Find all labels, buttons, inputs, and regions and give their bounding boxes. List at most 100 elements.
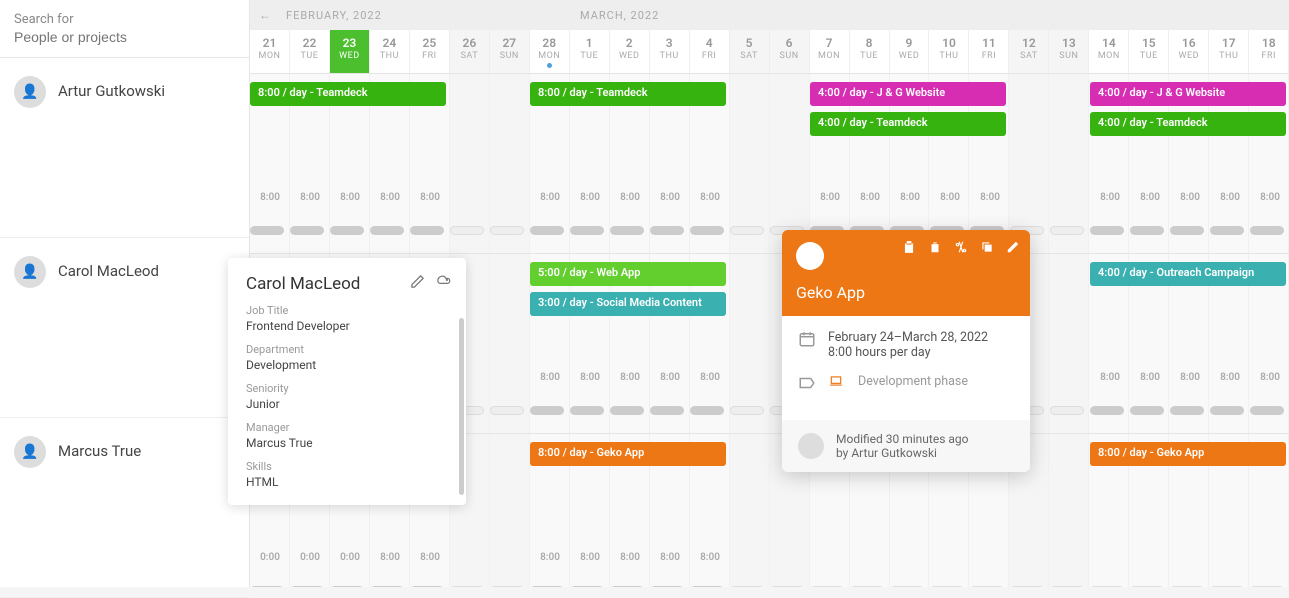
booking-bar[interactable]: 3:00 / day - Social Media Content xyxy=(530,292,726,316)
day-header-cell[interactable]: 17THU xyxy=(1209,30,1249,73)
cloud-icon[interactable] xyxy=(435,274,452,289)
day-header-cell[interactable]: 12SAT xyxy=(1009,30,1049,73)
day-header-row: 21MON22TUE23WED24THU25FRI26SAT27SUN28MON… xyxy=(250,30,1289,74)
capacity-pill xyxy=(570,406,604,415)
edit-icon[interactable] xyxy=(1006,240,1020,254)
capacity-pill xyxy=(410,226,444,235)
person-row[interactable]: 👤Artur Gutkowski xyxy=(0,58,249,238)
booking-hours: 8:00 hours per day xyxy=(828,345,988,360)
timeline-header: ← FEBRUARY, 2022 MARCH, 2022 21MON22TUE2… xyxy=(250,0,1289,74)
person-row[interactable]: 👤Marcus True xyxy=(0,418,249,598)
search-input[interactable] xyxy=(14,29,235,45)
day-header-cell[interactable]: 15TUE xyxy=(1129,30,1169,73)
capacity-pill xyxy=(1210,406,1244,415)
day-header-cell[interactable]: 5SAT xyxy=(730,30,770,73)
hour-cell: 8:00 xyxy=(1130,192,1170,208)
capacity-pill xyxy=(730,226,764,235)
prev-month-icon[interactable]: ← xyxy=(250,8,280,22)
capacity-pill xyxy=(650,406,684,415)
hour-cell: 8:00 xyxy=(890,192,930,208)
capacity-pill xyxy=(370,226,404,235)
day-header-cell[interactable]: 26SAT xyxy=(450,30,490,73)
booking-bar[interactable]: 4:00 / day - J & G Website xyxy=(1090,82,1286,106)
edit-icon[interactable] xyxy=(410,274,425,289)
day-header-cell[interactable]: 24THU xyxy=(370,30,410,73)
hour-cell xyxy=(1050,552,1090,568)
resource-lane: 8:00 / day - Teamdeck 8:00 / day - Teamde… xyxy=(250,74,1289,254)
person-field-value: Marcus True xyxy=(246,436,448,450)
capacity-pill xyxy=(530,226,564,235)
hour-cell xyxy=(810,552,850,568)
booking-bar[interactable]: 4:00 / day - Teamdeck xyxy=(1090,112,1286,136)
hours-row: 0:000:000:008:008:008:008:008:008:008:00 xyxy=(250,552,1289,568)
hour-cell: 8:00 xyxy=(1250,372,1289,388)
day-header-cell[interactable]: 3THU xyxy=(650,30,690,73)
copy-icon[interactable] xyxy=(980,240,994,254)
cut-icon[interactable] xyxy=(954,240,968,254)
avatar: 👤 xyxy=(14,256,46,288)
month-label-right: MARCH, 2022 xyxy=(580,9,659,22)
capacity-pill xyxy=(330,226,364,235)
tag-icon xyxy=(798,374,816,392)
booking-bar[interactable]: 4:00 / day - Teamdeck xyxy=(810,112,1006,136)
day-header-cell[interactable]: 21MON xyxy=(250,30,290,73)
day-header-cell[interactable]: 10THU xyxy=(929,30,969,73)
day-header-cell[interactable]: 4FRI xyxy=(690,30,730,73)
month-label-left: FEBRUARY, 2022 xyxy=(280,9,382,22)
hour-cell: 8:00 xyxy=(610,552,650,568)
day-header-cell[interactable]: 18FRI xyxy=(1249,30,1289,73)
hour-cell: 8:00 xyxy=(690,372,730,388)
person-field-value: Development xyxy=(246,358,448,372)
hour-cell xyxy=(770,192,810,208)
booking-bar[interactable]: 5:00 / day - Web App xyxy=(530,262,726,286)
hour-cell: 8:00 xyxy=(330,192,370,208)
capacity-pill xyxy=(1170,406,1204,415)
booking-bar[interactable]: 4:00 / day - Outreach Campaign xyxy=(1090,262,1286,286)
people-list: 👤Artur Gutkowski👤Carol MacLeod👤Marcus Tr… xyxy=(0,58,249,598)
avatar: 👤 xyxy=(14,436,46,468)
booking-bar[interactable]: 4:00 / day - J & G Website xyxy=(810,82,1006,106)
hour-cell xyxy=(1050,372,1090,388)
day-header-cell[interactable]: 13SUN xyxy=(1049,30,1089,73)
day-header-cell[interactable]: 25FRI xyxy=(410,30,450,73)
capacity-pill xyxy=(690,406,724,415)
booking-bar[interactable]: 8:00 / day - Geko App xyxy=(530,442,726,466)
day-header-cell[interactable]: 1TUE xyxy=(570,30,610,73)
day-header-cell[interactable]: 28MON xyxy=(530,30,570,73)
search-label: Search for xyxy=(14,12,235,27)
day-header-cell[interactable]: 14MON xyxy=(1089,30,1129,73)
capacity-pill xyxy=(530,406,564,415)
day-header-cell[interactable]: 8TUE xyxy=(850,30,890,73)
person-detail-popover: Carol MacLeod Job TitleFrontend Develope… xyxy=(228,258,466,505)
booking-bar[interactable]: 8:00 / day - Geko App xyxy=(1090,442,1286,466)
day-header-cell[interactable]: 7MON xyxy=(810,30,850,73)
booking-popover-avatar xyxy=(796,242,824,270)
capacity-pill xyxy=(1050,226,1084,235)
day-header-cell[interactable]: 2WED xyxy=(610,30,650,73)
month-row: ← FEBRUARY, 2022 MARCH, 2022 xyxy=(250,0,1289,30)
day-header-cell[interactable]: 9WED xyxy=(890,30,930,73)
paste-icon[interactable] xyxy=(902,240,916,254)
capacity-pill xyxy=(1250,406,1284,415)
day-header-cell[interactable]: 11FRI xyxy=(969,30,1009,73)
capacity-pill xyxy=(570,226,604,235)
booking-bar[interactable]: 8:00 / day - Teamdeck xyxy=(530,82,726,106)
hour-cell: 8:00 xyxy=(410,552,450,568)
delete-icon[interactable] xyxy=(928,240,942,254)
booking-bar[interactable]: 8:00 / day - Teamdeck xyxy=(250,82,446,106)
hour-cell: 8:00 xyxy=(370,552,410,568)
hour-cell xyxy=(450,192,490,208)
day-header-cell[interactable]: 16WED xyxy=(1169,30,1209,73)
popover-scrollbar[interactable] xyxy=(459,318,464,495)
day-header-cell[interactable]: 22TUE xyxy=(290,30,330,73)
day-header-cell[interactable]: 6SUN xyxy=(770,30,810,73)
hour-cell: 8:00 xyxy=(970,192,1010,208)
hour-cell: 8:00 xyxy=(690,192,730,208)
day-header-cell[interactable]: 23WED xyxy=(330,30,370,73)
hour-cell: 8:00 xyxy=(1170,192,1210,208)
hour-cell: 8:00 xyxy=(610,372,650,388)
hour-cell: 0:00 xyxy=(330,552,370,568)
capacity-pill xyxy=(1130,226,1164,235)
person-row[interactable]: 👤Carol MacLeod xyxy=(0,238,249,418)
day-header-cell[interactable]: 27SUN xyxy=(490,30,530,73)
